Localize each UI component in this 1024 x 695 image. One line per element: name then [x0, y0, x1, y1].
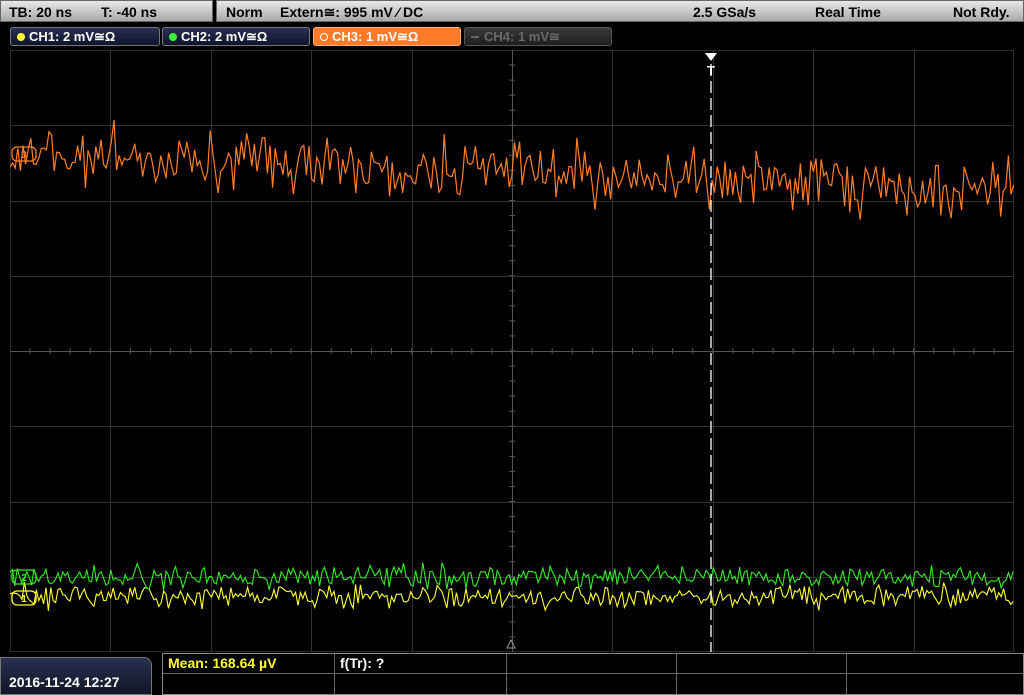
- ch1-indicator-icon: [17, 33, 25, 41]
- date-time-panel[interactable]: 2016-11-24 12:27: [0, 657, 152, 695]
- trigger-source: Extern≅: 995 mV ⁄ DC: [280, 4, 424, 20]
- acquisition-mode: Real Time: [815, 4, 881, 20]
- bottom-bar: 2016-11-24 12:27 Mean: 168.64 µV f(Tr): …: [0, 653, 1024, 695]
- top-status-bar: TB: 20 ns T: -40 ns Norm Extern≅: 995 mV…: [0, 0, 1024, 24]
- ch4-label: CH4: 1 mV≅: [484, 29, 560, 44]
- ch4-indicator-icon: [471, 36, 479, 38]
- measurement-empty-cell: [507, 674, 677, 694]
- svg-text:3: 3: [21, 150, 27, 161]
- measurement-empty-cell: [335, 674, 507, 694]
- channel-tab-ch4[interactable]: CH4: 1 mV≅: [464, 27, 612, 46]
- timebase-panel[interactable]: TB: 20 ns T: -40 ns: [0, 0, 213, 22]
- date-time: 2016-11-24 12:27: [9, 674, 120, 690]
- measurement-empty-cell: [677, 674, 847, 694]
- sample-rate: 2.5 GSa/s: [693, 4, 757, 20]
- timebase-value: TB: 20 ns: [9, 4, 73, 20]
- ch2-label: CH2: 2 mV≅Ω: [181, 29, 268, 44]
- measurement-frequency: f(Tr): ?: [335, 654, 507, 674]
- ch3-label: CH3: 1 mV≅Ω: [332, 29, 419, 44]
- svg-text:1: 1: [21, 594, 27, 605]
- ch1-label: CH1: 2 mV≅Ω: [29, 29, 116, 44]
- channel-tabs: CH1: 2 mV≅Ω CH2: 2 mV≅Ω CH3: 1 mV≅Ω CH4:…: [0, 24, 1024, 48]
- channel-tab-ch1[interactable]: CH1: 2 mV≅Ω: [10, 27, 160, 46]
- measurement-empty-cell: [163, 674, 335, 694]
- waveform-display[interactable]: T 3 2 1: [10, 50, 1014, 652]
- acquisition-panel[interactable]: Norm Extern≅: 995 mV ⁄ DC 2.5 GSa/s Real…: [216, 0, 1024, 22]
- ch3-indicator-icon: [320, 33, 328, 41]
- measurement-empty-cell: [677, 654, 847, 674]
- channel-tab-ch2[interactable]: CH2: 2 mV≅Ω: [162, 27, 310, 46]
- trigger-time-value: T: -40 ns: [101, 4, 158, 20]
- trigger-mode: Norm: [226, 4, 263, 20]
- svg-text:2: 2: [21, 573, 27, 584]
- ch2-indicator-icon: [169, 33, 177, 41]
- measurement-empty-cell: [847, 674, 1023, 694]
- measurement-mean: Mean: 168.64 µV: [163, 654, 335, 674]
- trigger-marker-label: T: [707, 63, 715, 78]
- channel-tab-ch3[interactable]: CH3: 1 mV≅Ω: [313, 27, 461, 46]
- measurement-table[interactable]: Mean: 168.64 µV f(Tr): ?: [162, 653, 1024, 695]
- measurement-empty-cell: [847, 654, 1023, 674]
- run-status: Not Rdy.: [953, 4, 1010, 20]
- measurement-empty-cell: [507, 654, 677, 674]
